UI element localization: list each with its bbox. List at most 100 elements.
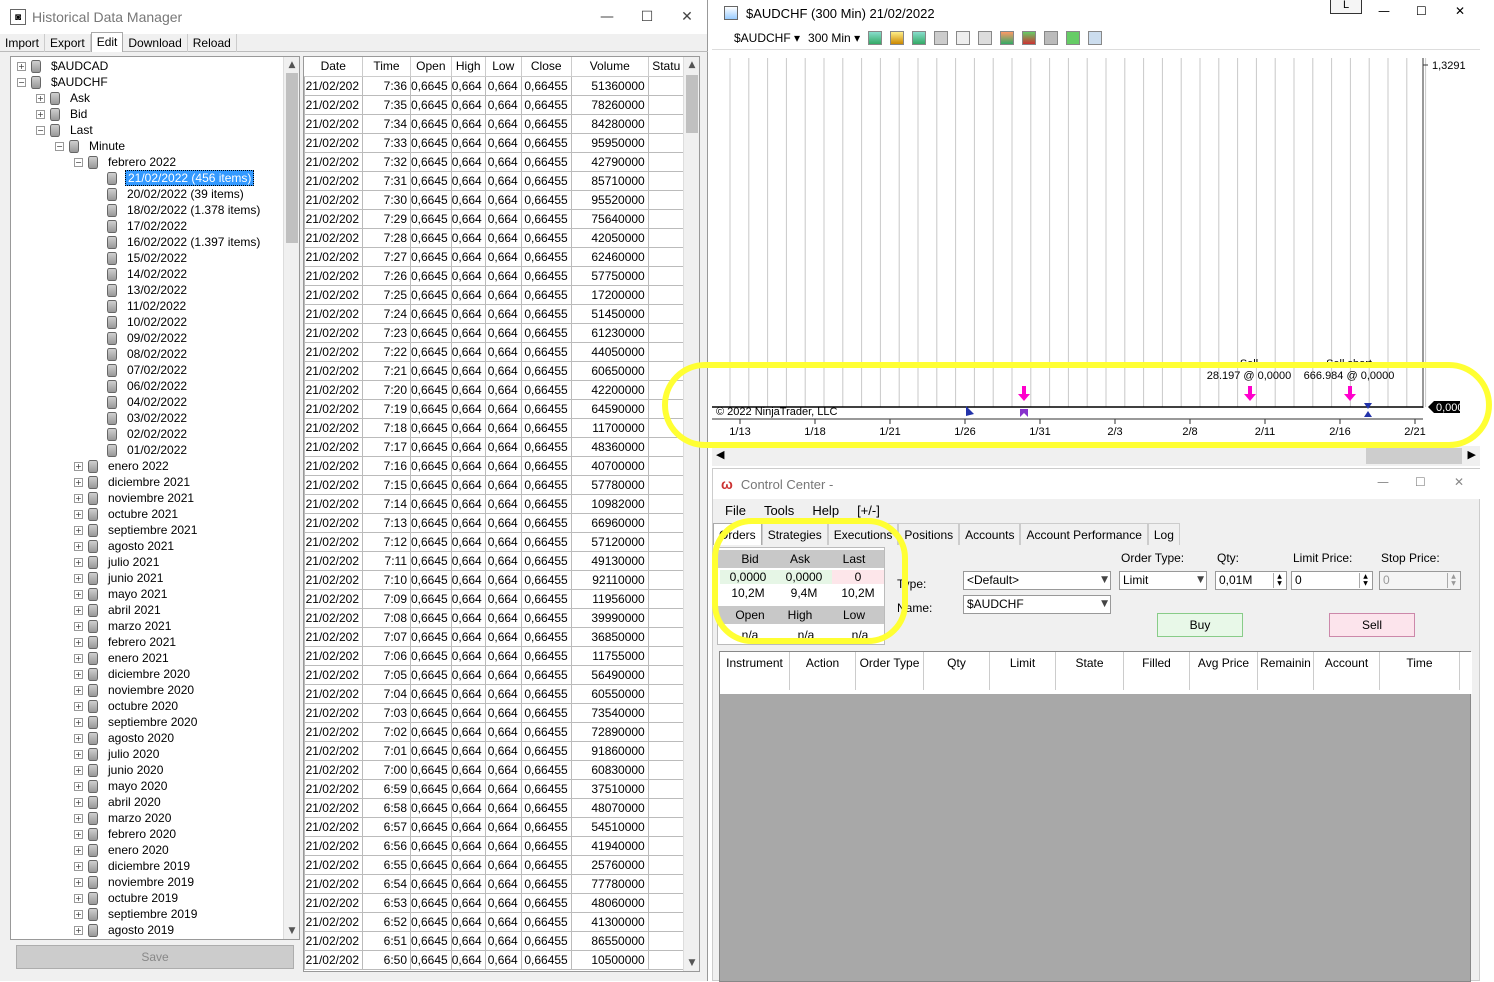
table-cell[interactable]: [647, 265, 685, 286]
table-cell[interactable]: 48360000: [570, 436, 649, 457]
column-header[interactable]: Close: [521, 57, 572, 77]
table-cell[interactable]: [647, 835, 685, 856]
table-cell[interactable]: 0,6645: [410, 360, 452, 381]
table-cell[interactable]: 77780000: [570, 873, 649, 894]
table-cell[interactable]: 42790000: [570, 151, 649, 172]
table-cell[interactable]: 0,66455: [520, 930, 572, 951]
table-cell[interactable]: 7:35: [362, 94, 411, 115]
table-cell[interactable]: 0,664: [450, 227, 486, 248]
table-cell[interactable]: 21/02/202: [304, 835, 363, 856]
table-row[interactable]: 21/02/202 7:17 0,6645 0,664 0,664 0,66455 4836…: [304, 436, 685, 457]
table-row[interactable]: 21/02/202 6:57 0,6645 0,664 0,664 0,66455 5451…: [304, 816, 685, 837]
table-cell[interactable]: 0,664: [450, 949, 486, 970]
grid-scrollbar[interactable]: ▲ ▼: [683, 57, 699, 971]
table-cell[interactable]: 7:25: [362, 284, 411, 305]
table-cell[interactable]: 21/02/202: [304, 417, 363, 438]
table-cell[interactable]: 0,664: [450, 94, 486, 115]
table-row[interactable]: 21/02/202 7:36 0,6645 0,664 0,664 0,66455 5136…: [304, 75, 685, 96]
table-cell[interactable]: 0,66455: [520, 151, 572, 172]
table-cell[interactable]: 73540000: [570, 702, 649, 723]
table-cell[interactable]: 0,66455: [520, 417, 572, 438]
table-row[interactable]: 21/02/202 7:07 0,6645 0,664 0,664 0,66455 3685…: [304, 626, 685, 647]
table-cell[interactable]: 0,664: [484, 455, 522, 476]
table-cell[interactable]: 7:16: [362, 455, 411, 476]
table-cell[interactable]: 0,66455: [520, 398, 572, 419]
table-row[interactable]: 21/02/202 7:00 0,6645 0,664 0,664 0,66455 6083…: [304, 759, 685, 780]
table-row[interactable]: 21/02/202 7:32 0,6645 0,664 0,664 0,66455 4279…: [304, 151, 685, 172]
expand-icon[interactable]: +: [74, 877, 83, 887]
limit-price-stepper[interactable]: 0 ▲ ▼: [1291, 571, 1373, 590]
table-cell[interactable]: 21/02/202: [304, 208, 363, 229]
table-cell[interactable]: 0,66455: [520, 911, 572, 932]
expand-icon[interactable]: +: [74, 893, 83, 903]
table-cell[interactable]: 0,664: [450, 398, 486, 419]
table-cell[interactable]: 7:32: [362, 151, 411, 172]
table-cell[interactable]: 0,66455: [520, 265, 572, 286]
table-cell[interactable]: 0,664: [484, 645, 522, 666]
orders-column-header[interactable]: Filled: [1124, 652, 1190, 690]
expand-icon[interactable]: +: [74, 477, 83, 487]
table-cell[interactable]: [647, 569, 685, 590]
table-cell[interactable]: 62460000: [570, 246, 649, 267]
type-select[interactable]: <Default> ▼: [963, 571, 1111, 590]
tree-node[interactable]: 16/02/2022 (1.397 items): [93, 234, 262, 250]
instrument-tree[interactable]: + $AUDCAD − $AUDCHF + Ask + Bid − Last − Minute − feb…: [10, 56, 300, 940]
orders-column-header[interactable]: Order Type: [856, 652, 924, 690]
table-cell[interactable]: [647, 398, 685, 419]
table-cell[interactable]: 7:20: [362, 379, 411, 400]
table-row[interactable]: 21/02/202 6:58 0,6645 0,664 0,664 0,66455 4807…: [304, 797, 685, 818]
table-cell[interactable]: 0,664: [484, 227, 522, 248]
table-cell[interactable]: 0,664: [484, 303, 522, 324]
table-cell[interactable]: 0,664: [450, 759, 486, 780]
table-cell[interactable]: 0,664: [450, 550, 486, 571]
table-cell[interactable]: 0,66455: [520, 854, 572, 875]
table-cell[interactable]: 0,664: [450, 892, 486, 913]
table-cell[interactable]: 0,6645: [410, 854, 452, 875]
table-cell[interactable]: 0,66455: [520, 512, 572, 533]
scroll-left-icon[interactable]: ◀: [716, 448, 724, 461]
table-cell[interactable]: 21/02/202: [304, 303, 363, 324]
table-cell[interactable]: [647, 607, 685, 628]
table-cell[interactable]: 0,664: [450, 265, 486, 286]
table-cell[interactable]: 21/02/202: [304, 873, 363, 894]
table-cell[interactable]: 0,664: [450, 455, 486, 476]
orders-column-header[interactable]: Limit: [990, 652, 1056, 690]
table-cell[interactable]: [647, 227, 685, 248]
tree-node[interactable]: + marzo 2020: [74, 810, 173, 826]
tree-node[interactable]: 03/02/2022: [93, 410, 189, 426]
table-cell[interactable]: 0,6645: [410, 645, 452, 666]
buy-button[interactable]: Buy: [1157, 613, 1243, 637]
table-cell[interactable]: [647, 474, 685, 495]
table-cell[interactable]: [647, 740, 685, 761]
table-cell[interactable]: 0,6645: [410, 550, 452, 571]
column-header[interactable]: Date: [304, 57, 363, 77]
table-cell[interactable]: 7:19: [362, 398, 411, 419]
tree-node[interactable]: 07/02/2022: [93, 362, 189, 378]
tree-node[interactable]: + abril 2021: [74, 602, 163, 618]
table-row[interactable]: 21/02/202 7:29 0,6645 0,664 0,664 0,66455 7564…: [304, 208, 685, 229]
orders-column-header[interactable]: Time: [1380, 652, 1460, 690]
maximize-icon[interactable]: ☐: [627, 0, 667, 34]
table-cell[interactable]: 21/02/202: [304, 322, 363, 343]
table-cell[interactable]: 0,66455: [520, 835, 572, 856]
tree-node[interactable]: + marzo 2021: [74, 618, 173, 634]
table-cell[interactable]: [647, 132, 685, 153]
expand-icon[interactable]: +: [74, 541, 83, 551]
table-cell[interactable]: 0,66455: [520, 683, 572, 704]
table-cell[interactable]: 78260000: [570, 94, 649, 115]
table-cell[interactable]: 21/02/202: [304, 645, 363, 666]
table-cell[interactable]: [647, 531, 685, 552]
table-cell[interactable]: [647, 759, 685, 780]
table-row[interactable]: 21/02/202 7:30 0,6645 0,664 0,664 0,66455 9552…: [304, 189, 685, 210]
table-row[interactable]: 21/02/202 7:23 0,6645 0,664 0,664 0,66455 6123…: [304, 322, 685, 343]
table-cell[interactable]: [647, 873, 685, 894]
menu-help[interactable]: Help: [812, 503, 839, 518]
table-cell[interactable]: 0,66455: [520, 531, 572, 552]
table-cell[interactable]: 64590000: [570, 398, 649, 419]
expand-icon[interactable]: +: [74, 493, 83, 503]
tab-account-performance[interactable]: Account Performance: [1020, 523, 1148, 545]
table-cell[interactable]: 6:51: [362, 930, 411, 951]
table-row[interactable]: 21/02/202 7:02 0,6645 0,664 0,664 0,66455 7289…: [304, 721, 685, 742]
table-cell[interactable]: 0,6645: [410, 930, 452, 951]
table-cell[interactable]: 7:06: [362, 645, 411, 666]
